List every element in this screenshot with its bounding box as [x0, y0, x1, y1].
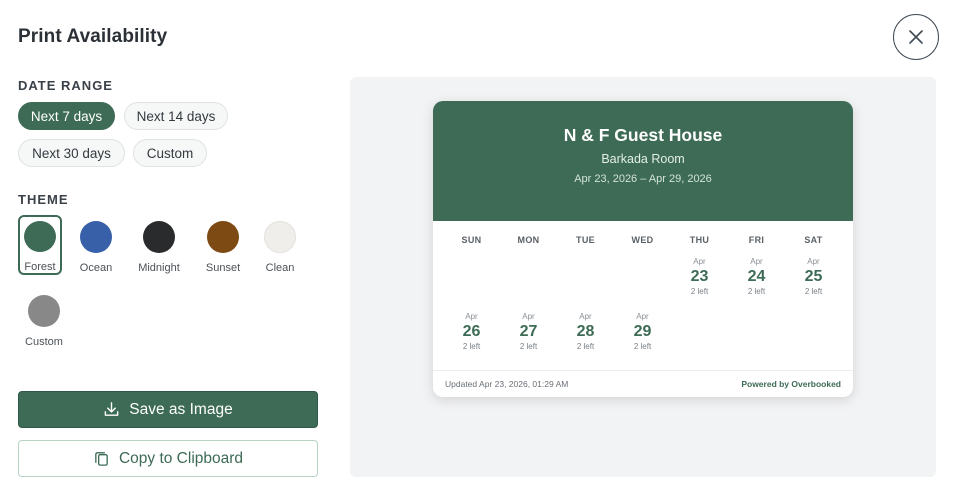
theme-option-clean[interactable]: Clean	[258, 215, 302, 275]
theme-option-forest[interactable]: Forest	[18, 215, 62, 275]
availability-card: N & F Guest House Barkada Room Apr 23, 2…	[433, 101, 853, 397]
weekday-wed: WED	[631, 235, 654, 245]
day-availability: 2 left	[462, 342, 481, 351]
theme-option-custom[interactable]: Custom	[22, 289, 66, 349]
close-button[interactable]	[893, 14, 939, 60]
day-number: 25	[804, 268, 823, 285]
theme-option-ocean[interactable]: Ocean	[74, 215, 118, 275]
calendar-day: Apr 25 2 left	[785, 257, 842, 296]
day-month: Apr	[522, 312, 535, 321]
date-range-next-7-days[interactable]: Next 7 days	[18, 102, 115, 130]
save-as-image-button[interactable]: Save as Image	[18, 391, 318, 428]
room-name: Barkada Room	[601, 152, 685, 166]
day-month: Apr	[807, 257, 820, 266]
theme-option-label: Sunset	[205, 262, 241, 274]
theme-swatch	[24, 221, 56, 252]
day-number: 27	[519, 323, 538, 340]
theme-swatch	[264, 221, 296, 253]
day-month: Apr	[465, 312, 478, 321]
modal-title: Print Availability	[18, 26, 168, 47]
date-range-next-14-days[interactable]: Next 14 days	[124, 102, 228, 130]
day-availability: 2 left	[690, 287, 709, 296]
weekday-thu: THU	[689, 235, 710, 245]
card-date-range: Apr 23, 2026 – Apr 29, 2026	[574, 173, 712, 185]
date-range-next-30-days[interactable]: Next 30 days	[18, 139, 125, 167]
day-number: 29	[633, 323, 652, 340]
theme-label: THEME	[18, 192, 69, 207]
day-number: 26	[462, 323, 481, 340]
weekday-tue: TUE	[576, 235, 595, 245]
theme-swatch	[207, 221, 239, 253]
calendar-day: Apr 28 2 left	[557, 312, 614, 351]
theme-swatch	[80, 221, 112, 253]
copy-to-clipboard-label: Copy to Clipboard	[118, 449, 244, 467]
day-availability: 2 left	[747, 287, 766, 296]
calendar-day: Apr 26 2 left	[443, 312, 500, 351]
day-month: Apr	[750, 257, 763, 266]
download-icon	[104, 402, 119, 416]
close-icon	[909, 30, 923, 44]
theme-option-label: Ocean	[79, 262, 113, 274]
clipboard-icon	[95, 452, 108, 466]
save-as-image-label: Save as Image	[129, 400, 233, 418]
day-availability: 2 left	[576, 342, 595, 351]
theme-option-label: Forest	[24, 261, 56, 273]
day-month: Apr	[693, 257, 706, 266]
day-availability: 2 left	[519, 342, 538, 351]
day-availability: 2 left	[633, 342, 652, 351]
weekday-sat: SAT	[804, 235, 823, 245]
powered-by: Powered by Overbooked	[741, 379, 841, 389]
theme-option-label: Clean	[265, 262, 295, 274]
day-number: 23	[690, 268, 709, 285]
day-month: Apr	[636, 312, 649, 321]
theme-swatch	[28, 295, 60, 327]
theme-option-sunset[interactable]: Sunset	[201, 215, 245, 275]
theme-option-midnight[interactable]: Midnight	[137, 215, 181, 275]
calendar-day: Apr 24 2 left	[728, 257, 785, 296]
updated-timestamp: Updated Apr 23, 2026, 01:29 AM	[445, 379, 569, 389]
date-range-custom[interactable]: Custom	[133, 139, 207, 167]
day-number: 24	[747, 268, 766, 285]
property-name: N & F Guest House	[563, 125, 723, 145]
calendar-day: Apr 27 2 left	[500, 312, 557, 351]
day-month: Apr	[579, 312, 592, 321]
copy-to-clipboard-button[interactable]: Copy to Clipboard	[18, 440, 318, 477]
day-availability: 2 left	[804, 287, 823, 296]
card-footer: Updated Apr 23, 2026, 01:29 AM Powered b…	[433, 370, 853, 397]
card-header: N & F Guest House Barkada Room Apr 23, 2…	[433, 101, 853, 221]
weekday-fri: FRI	[748, 235, 765, 245]
calendar-day: Apr 29 2 left	[614, 312, 671, 351]
day-number: 28	[576, 323, 595, 340]
theme-option-label: Midnight	[138, 262, 180, 274]
date-range-label: DATE RANGE	[18, 78, 113, 93]
theme-swatch	[143, 221, 175, 253]
theme-option-label: Custom	[25, 336, 63, 348]
weekday-sun: SUN	[461, 235, 482, 245]
weekday-mon: MON	[517, 235, 540, 245]
calendar-day: Apr 23 2 left	[671, 257, 728, 296]
